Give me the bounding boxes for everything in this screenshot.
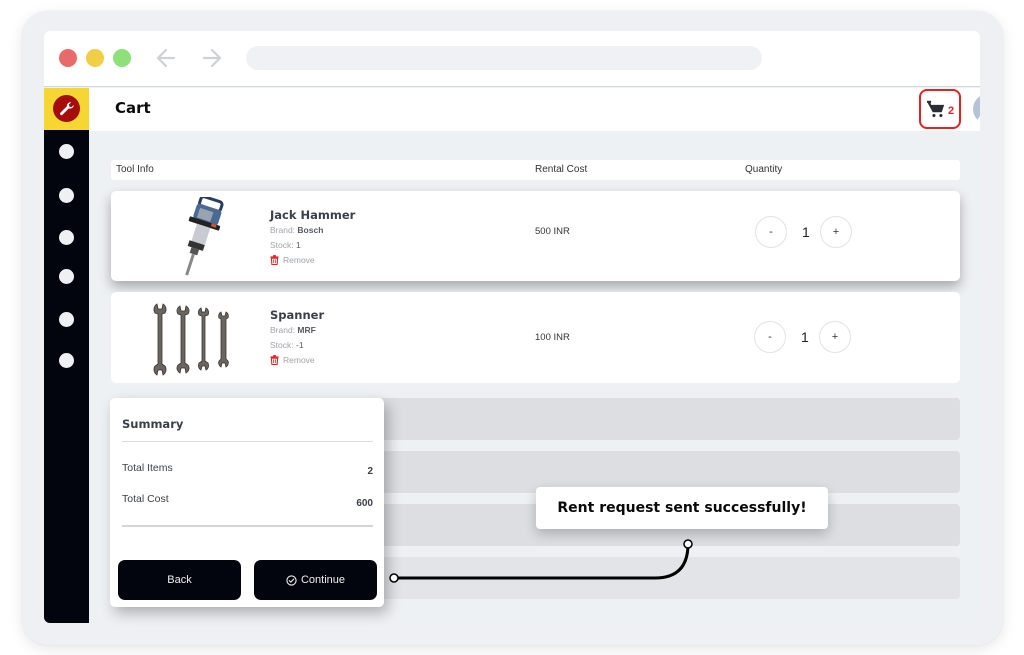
- summary-divider: [122, 441, 373, 442]
- cart-item-row: Jack Hammer Brand: Bosch Stock: 1 Remove…: [111, 191, 960, 281]
- summary-title: Summary: [122, 417, 184, 431]
- item-brand: Brand: Bosch: [270, 225, 323, 235]
- stock-value: -1: [296, 340, 304, 350]
- jack-hammer-image: [185, 197, 224, 276]
- stock-value: 1: [296, 240, 301, 250]
- brand-value: Bosch: [297, 225, 324, 235]
- increment-quantity-button[interactable]: +: [820, 216, 852, 248]
- sidebar-nav-item-1[interactable]: [59, 144, 74, 159]
- user-avatar-icon[interactable]: [973, 94, 980, 124]
- sidebar-nav-item-6[interactable]: [59, 353, 74, 368]
- quantity-value: 1: [802, 224, 810, 240]
- sidebar: [44, 88, 89, 623]
- check-circle-icon: [286, 574, 297, 586]
- item-name: Jack Hammer: [270, 208, 356, 222]
- success-toast: Rent request sent successfully!: [536, 487, 828, 529]
- brand-value: MRF: [297, 325, 316, 335]
- decrement-quantity-button[interactable]: -: [755, 216, 787, 248]
- quantity-value: 1: [801, 329, 809, 345]
- stock-label: Stock:: [270, 340, 294, 350]
- cart-item-row: Spanner Brand: MRF Stock: -1 Remove 100 …: [111, 292, 960, 383]
- item-rental-cost: 100 INR: [535, 332, 570, 343]
- close-window-button[interactable]: [59, 49, 77, 67]
- maximize-window-button[interactable]: [113, 49, 131, 67]
- column-header-rental-cost: Rental Cost: [535, 164, 588, 175]
- cart-count-badge: 2: [947, 104, 955, 117]
- stock-label: Stock:: [270, 240, 294, 250]
- remove-label: Remove: [283, 255, 315, 265]
- remove-label: Remove: [283, 355, 315, 365]
- back-button-label: Back: [167, 574, 192, 586]
- back-button[interactable]: Back: [118, 560, 241, 600]
- order-summary-panel: Summary Total Items 2 Total Cost 600 Bac…: [110, 398, 384, 607]
- trash-icon: [270, 255, 279, 265]
- toast-message: Rent request sent successfully!: [557, 500, 807, 516]
- brand-label: Brand:: [270, 225, 296, 235]
- item-rental-cost: 500 INR: [535, 226, 570, 237]
- item-stock: Stock: 1: [270, 240, 301, 250]
- page-header: Cart 2: [89, 88, 980, 131]
- total-cost-label: Total Cost: [122, 493, 169, 505]
- sidebar-nav-item-2[interactable]: [59, 188, 74, 203]
- cart-table-header: Tool Info Rental Cost Quantity: [111, 160, 960, 180]
- sidebar-nav-item-4[interactable]: [59, 269, 74, 284]
- sidebar-nav-item-3[interactable]: [59, 230, 74, 245]
- wrench-icon: [53, 95, 80, 122]
- column-header-tool-info: Tool Info: [116, 164, 154, 175]
- forward-arrow-icon[interactable]: [200, 45, 224, 71]
- app-logo[interactable]: [44, 88, 89, 130]
- item-stock: Stock: -1: [270, 340, 304, 350]
- cart-button[interactable]: 2: [919, 89, 961, 129]
- total-items-label: Total Items: [122, 462, 173, 474]
- trash-icon: [270, 355, 279, 365]
- remove-item-button[interactable]: Remove: [270, 355, 315, 365]
- spanner-set-image: [153, 303, 229, 376]
- decrement-quantity-button[interactable]: -: [754, 321, 786, 353]
- address-bar[interactable]: [246, 46, 762, 70]
- item-name: Spanner: [270, 308, 325, 322]
- shopping-cart-icon: [926, 100, 945, 118]
- brand-label: Brand:: [270, 325, 296, 335]
- column-header-quantity: Quantity: [745, 164, 783, 175]
- item-brand: Brand: MRF: [270, 325, 316, 335]
- total-cost-value: 600: [356, 498, 373, 509]
- continue-button[interactable]: Continue: [254, 560, 377, 600]
- increment-quantity-button[interactable]: +: [819, 321, 851, 353]
- minimize-window-button[interactable]: [86, 49, 104, 67]
- remove-item-button[interactable]: Remove: [270, 255, 315, 265]
- total-items-value: 2: [367, 466, 373, 477]
- back-arrow-icon[interactable]: [154, 45, 178, 71]
- browser-titlebar: [44, 31, 980, 87]
- sidebar-nav-item-5[interactable]: [59, 312, 74, 327]
- continue-button-label: Continue: [300, 574, 346, 586]
- page-title: Cart: [115, 99, 151, 117]
- summary-divider: [122, 525, 373, 527]
